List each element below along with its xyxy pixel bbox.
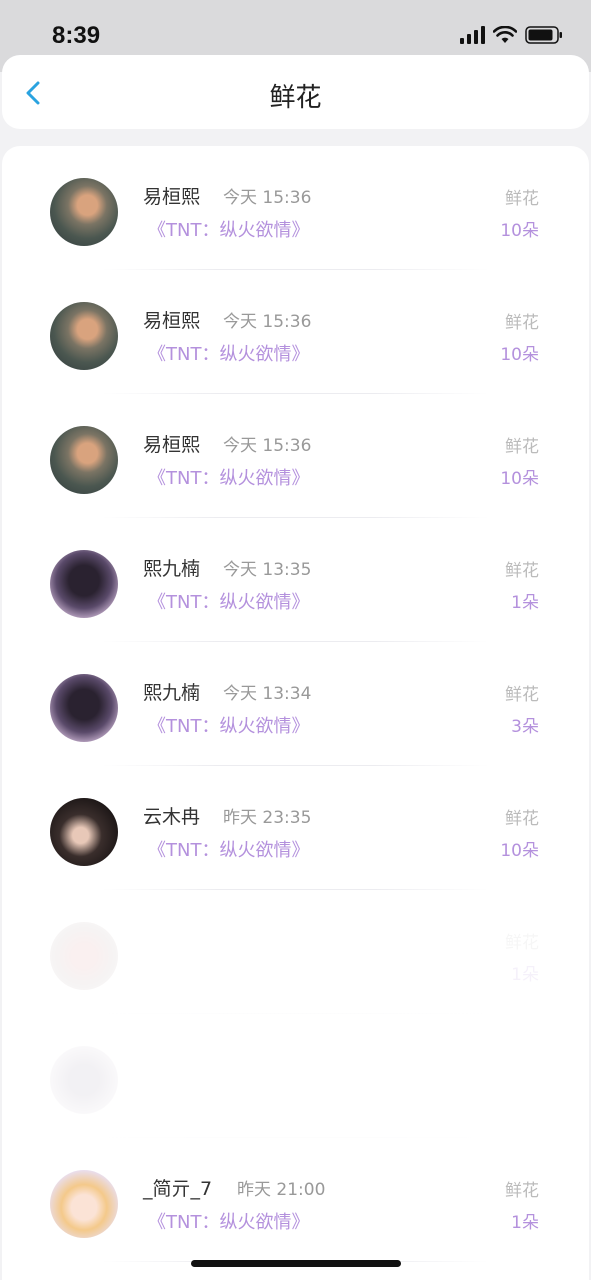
- avatar[interactable]: [50, 1046, 118, 1114]
- page-title: 鲜花: [269, 83, 322, 113]
- gift-count: 1朵: [511, 965, 539, 985]
- work-title[interactable]: 《TNT：纵火欲情》: [148, 1208, 309, 1234]
- list-item[interactable]: 熙九楠 今天 13:35 《TNT：纵火欲情》 鲜花 1朵: [2, 518, 589, 642]
- gift-type: 鲜花: [505, 933, 539, 953]
- record-time: 今天 15:36: [223, 188, 312, 208]
- record-time: 昨天 21:00: [237, 1180, 326, 1200]
- flower-record-list: 易桓熙 今天 15:36 《TNT：纵火欲情》 鲜花 10朵 易桓熙 今天 15…: [2, 146, 589, 1280]
- record-time: 昨天 23:35: [223, 808, 312, 828]
- user-name[interactable]: 熙九楠: [143, 678, 200, 705]
- gift-count: 10朵: [500, 469, 539, 489]
- nav-bar: 鲜花: [2, 55, 589, 129]
- cellular-signal-icon: [460, 26, 485, 44]
- status-icons: [460, 26, 563, 44]
- record-time: 今天 13:35: [223, 560, 312, 580]
- gift-count: 10朵: [500, 221, 539, 241]
- list-item[interactable]: 易桓熙 今天 15:36 《TNT：纵火欲情》 鲜花 10朵: [2, 394, 589, 518]
- avatar[interactable]: [50, 178, 118, 246]
- avatar[interactable]: [50, 798, 118, 866]
- battery-icon: [525, 26, 562, 44]
- list-item[interactable]: 易桓熙 今天 15:36 《TNT：纵火欲情》 鲜花 10朵: [2, 146, 589, 270]
- avatar[interactable]: [50, 426, 118, 494]
- user-name[interactable]: 易桓熙: [143, 430, 200, 457]
- user-name[interactable]: 熙九楠: [143, 554, 200, 581]
- avatar[interactable]: [50, 1170, 118, 1238]
- list-item[interactable]: 鲜花 1朵: [2, 890, 589, 1014]
- user-name[interactable]: 易桓熙: [143, 306, 200, 333]
- gift-count: 1朵: [511, 593, 539, 613]
- work-title[interactable]: 《TNT：纵火欲情》: [148, 836, 309, 862]
- status-time: 8:39: [52, 22, 101, 49]
- list-item[interactable]: _简亓_7 昨天 21:00 《TNT：纵火欲情》 鲜花 1朵: [2, 1138, 589, 1262]
- work-title[interactable]: 《TNT：纵火欲情》: [148, 216, 309, 242]
- gift-type: 鲜花: [505, 189, 539, 209]
- gift-type: 鲜花: [505, 437, 539, 457]
- record-time: 今天 15:36: [223, 312, 312, 332]
- work-title[interactable]: 《TNT：纵火欲情》: [148, 588, 309, 614]
- gift-type: 鲜花: [505, 685, 539, 705]
- wifi-icon: [493, 26, 517, 43]
- record-time: 今天 15:36: [223, 436, 312, 456]
- list-item[interactable]: 熙九楠 今天 13:34 《TNT：纵火欲情》 鲜花 3朵: [2, 642, 589, 766]
- list-item[interactable]: 易桓熙 今天 15:36 《TNT：纵火欲情》 鲜花 10朵: [2, 270, 589, 394]
- record-time: 今天 13:34: [223, 684, 312, 704]
- gift-type: 鲜花: [505, 809, 539, 829]
- gift-type: 鲜花: [505, 1181, 539, 1201]
- gift-count: 10朵: [500, 841, 539, 861]
- work-title[interactable]: 《TNT：纵火欲情》: [148, 712, 309, 738]
- home-indicator[interactable]: [191, 1260, 401, 1267]
- list-item[interactable]: [2, 1014, 589, 1138]
- avatar[interactable]: [50, 550, 118, 618]
- gift-count: 1朵: [511, 1213, 539, 1233]
- gift-count: 3朵: [511, 717, 539, 737]
- work-title[interactable]: 《TNT：纵火欲情》: [148, 340, 309, 366]
- gift-count: 10朵: [500, 345, 539, 365]
- list-item[interactable]: 云木冉 昨天 23:35 《TNT：纵火欲情》 鲜花 10朵: [2, 766, 589, 890]
- work-title[interactable]: 《TNT：纵火欲情》: [148, 464, 309, 490]
- gift-type: 鲜花: [505, 561, 539, 581]
- avatar[interactable]: [50, 302, 118, 370]
- gift-type: 鲜花: [505, 313, 539, 333]
- avatar[interactable]: [50, 674, 118, 742]
- user-name[interactable]: _简亓_7: [143, 1174, 212, 1201]
- avatar[interactable]: [50, 922, 118, 990]
- user-name[interactable]: 云木冉: [143, 802, 200, 829]
- user-name[interactable]: 易桓熙: [143, 182, 200, 209]
